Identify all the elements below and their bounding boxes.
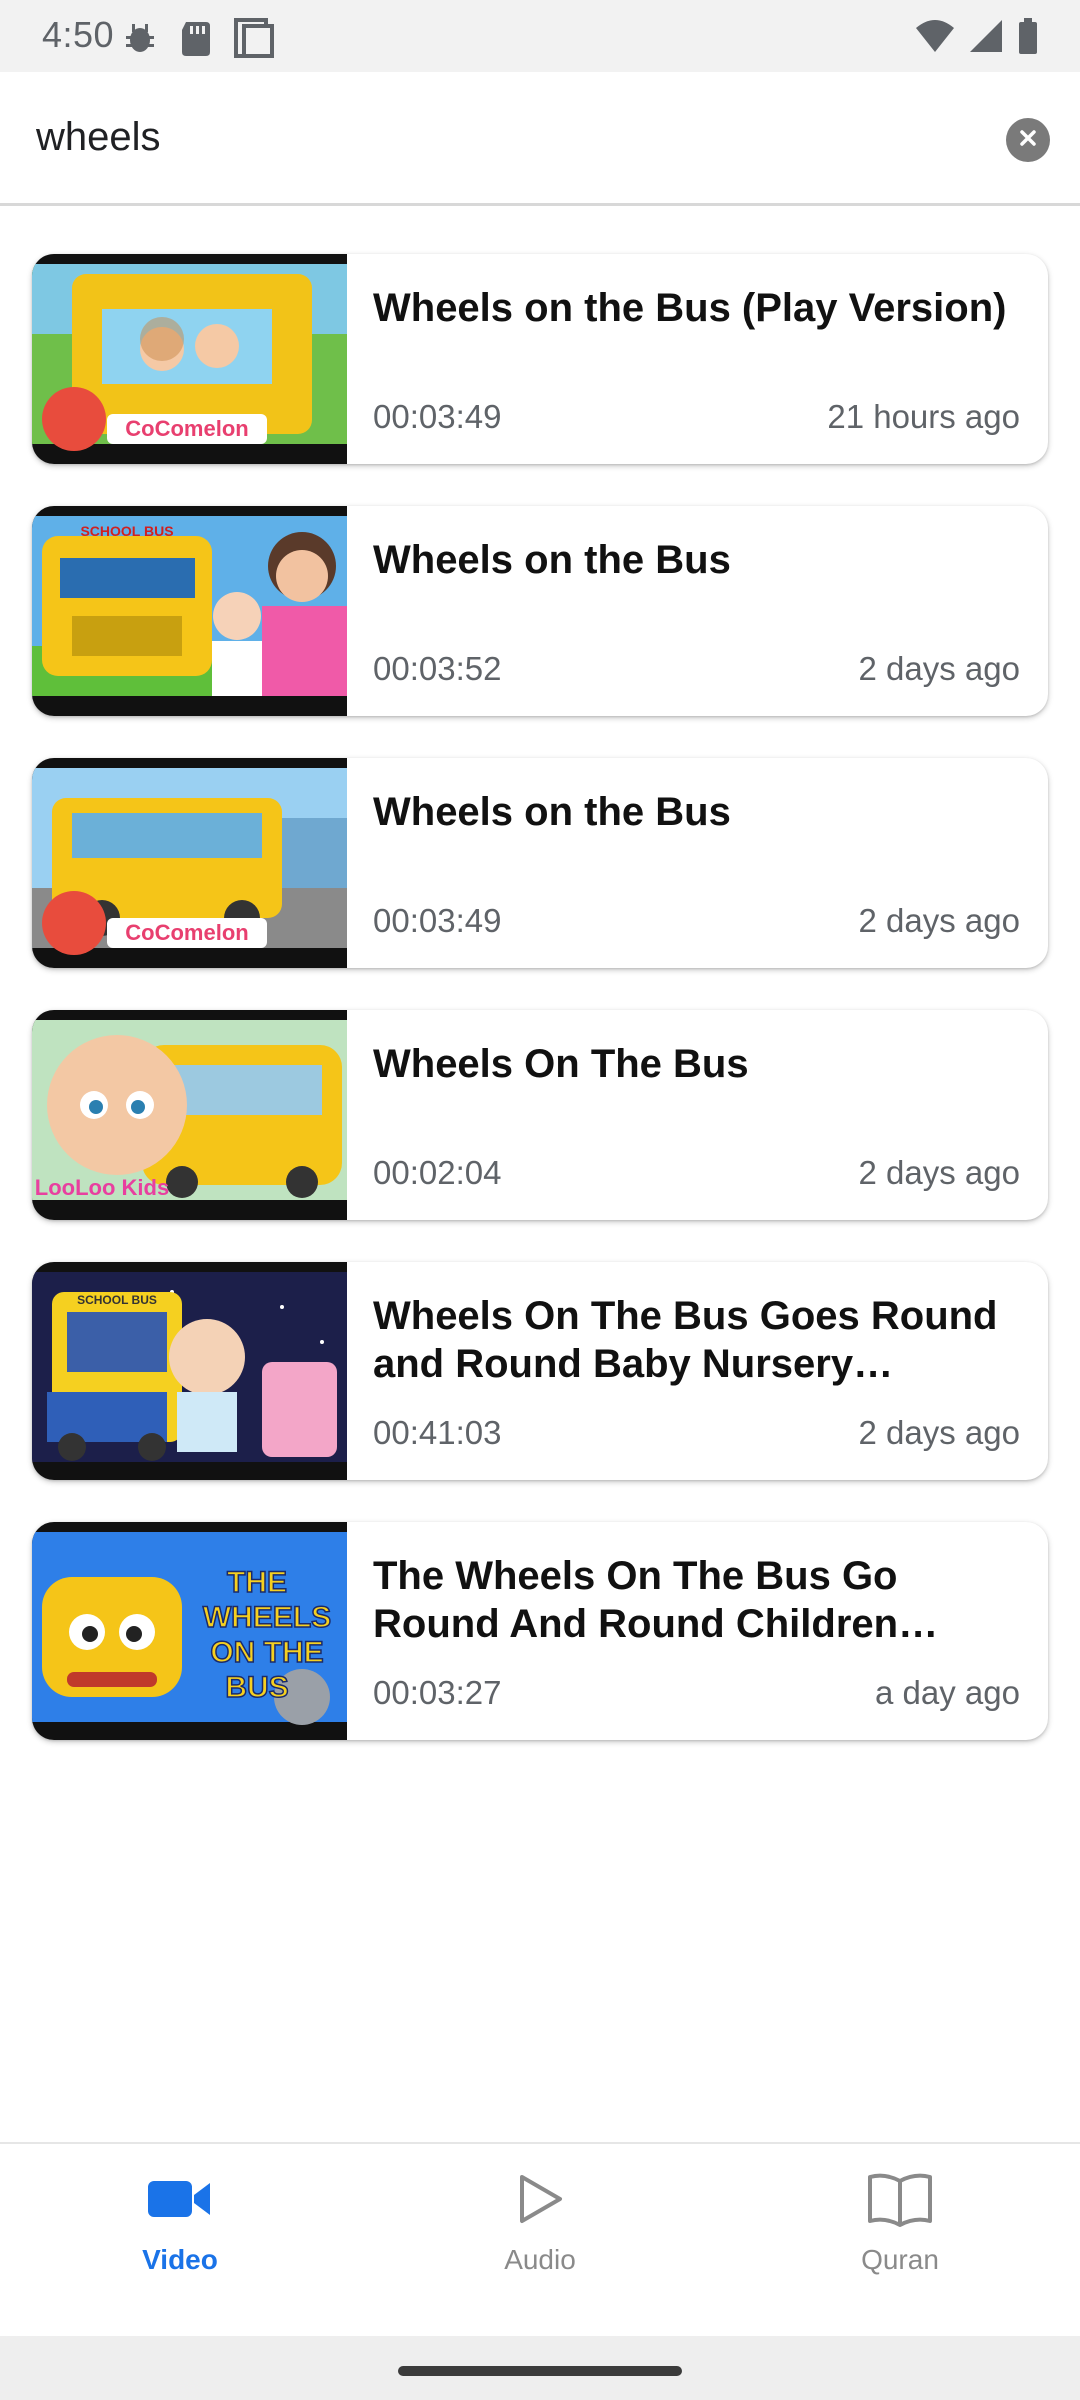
svg-text:ON THE: ON THE — [210, 1636, 323, 1669]
sd-card-icon — [176, 18, 216, 63]
video-age: 2 days ago — [858, 902, 1020, 939]
screenshot-icon — [232, 16, 276, 65]
thumbnail-logo-text: LooLoo Kids — [35, 1175, 169, 1200]
svg-text:THE: THE — [227, 1566, 287, 1599]
video-thumbnail[interactable]: CoComelon — [32, 254, 347, 464]
gesture-navigation-area — [0, 2336, 1080, 2400]
clear-circle-icon — [1018, 128, 1038, 153]
battery-icon — [1016, 16, 1040, 61]
video-title: The Wheels On The Bus Go Round And Round… — [373, 1554, 899, 1646]
clear-search-button[interactable] — [1006, 118, 1050, 162]
play-outline-icon — [505, 2164, 575, 2234]
svg-text:BUS: BUS — [225, 1671, 288, 1704]
video-age: 2 days ago — [858, 1154, 1020, 1191]
video-card[interactable]: LooLoo Kids Wheels On The Bus 00:02:04 2… — [32, 1010, 1048, 1220]
video-camera-icon — [145, 2164, 215, 2234]
thumbnail-logo-text: SCHOOL BUS — [77, 1293, 157, 1307]
cellular-signal-icon — [968, 16, 1004, 61]
nav-label-audio: Audio — [504, 2244, 576, 2275]
video-thumbnail[interactable]: LooLoo Kids — [32, 1010, 347, 1220]
wifi-icon — [914, 16, 956, 61]
video-card[interactable]: SCHOOL BUS Wheels on the Bus 00:03:52 2 … — [32, 506, 1048, 716]
video-duration: 00:03:49 — [373, 398, 502, 435]
status-bar: 4:50 — [0, 0, 1080, 72]
video-title: Wheels on the Bus — [373, 790, 731, 834]
video-duration: 00:03:27 — [373, 1674, 502, 1711]
video-duration: 00:03:52 — [373, 650, 502, 687]
video-title: Wheels On The Bus Goes Round and Round B… — [373, 1294, 998, 1386]
video-title: Wheels on the Bus (Play Version) — [373, 286, 1007, 330]
debug-icon — [120, 18, 160, 63]
nav-tab-quran[interactable]: Quran — [780, 2164, 1020, 2314]
status-time: 4:50 — [42, 14, 115, 55]
video-thumbnail[interactable]: CoComelon — [32, 758, 347, 968]
svg-text:WHEELS: WHEELS — [203, 1601, 331, 1634]
thumbnail-logo-text: CoComelon — [125, 920, 248, 945]
video-thumbnail[interactable]: THE WHEELS ON THE BUS — [32, 1522, 347, 1740]
nav-label-quran: Quran — [861, 2244, 939, 2275]
nav-label-video: Video — [142, 2244, 218, 2275]
thumbnail-logo-text: SCHOOL BUS — [80, 523, 173, 539]
nav-tab-audio[interactable]: Audio — [420, 2164, 660, 2314]
search-input[interactable] — [36, 102, 956, 172]
thumbnail-logo-text: CoComelon — [125, 416, 248, 441]
video-card[interactable]: CoComelon Wheels on the Bus 00:03:49 2 d… — [32, 758, 1048, 968]
video-age: 2 days ago — [858, 1414, 1020, 1451]
video-duration: 00:03:49 — [373, 902, 502, 939]
video-age: a day ago — [875, 1674, 1020, 1711]
video-age: 21 hours ago — [827, 398, 1020, 435]
video-duration: 00:41:03 — [373, 1414, 502, 1451]
nav-tab-video[interactable]: Video — [60, 2164, 300, 2314]
video-title: Wheels On The Bus — [373, 1042, 749, 1086]
video-card[interactable]: THE WHEELS ON THE BUS The Wheels On The … — [32, 1522, 1048, 1740]
video-card[interactable]: SCHOOL BUS Wheels On The Bus Goes Round … — [32, 1262, 1048, 1480]
video-age: 2 days ago — [858, 650, 1020, 687]
video-card[interactable]: CoComelon Wheels on the Bus (Play Versio… — [32, 254, 1048, 464]
bottom-navigation: Video Audio Quran — [0, 2142, 1080, 2336]
video-thumbnail[interactable]: SCHOOL BUS — [32, 506, 347, 716]
video-thumbnail[interactable]: SCHOOL BUS — [32, 1262, 347, 1480]
home-gesture-bar[interactable] — [398, 2366, 682, 2376]
search-bar — [0, 72, 1080, 206]
video-title: Wheels on the Bus — [373, 538, 731, 582]
video-duration: 00:02:04 — [373, 1154, 502, 1191]
open-book-icon — [865, 2164, 935, 2234]
